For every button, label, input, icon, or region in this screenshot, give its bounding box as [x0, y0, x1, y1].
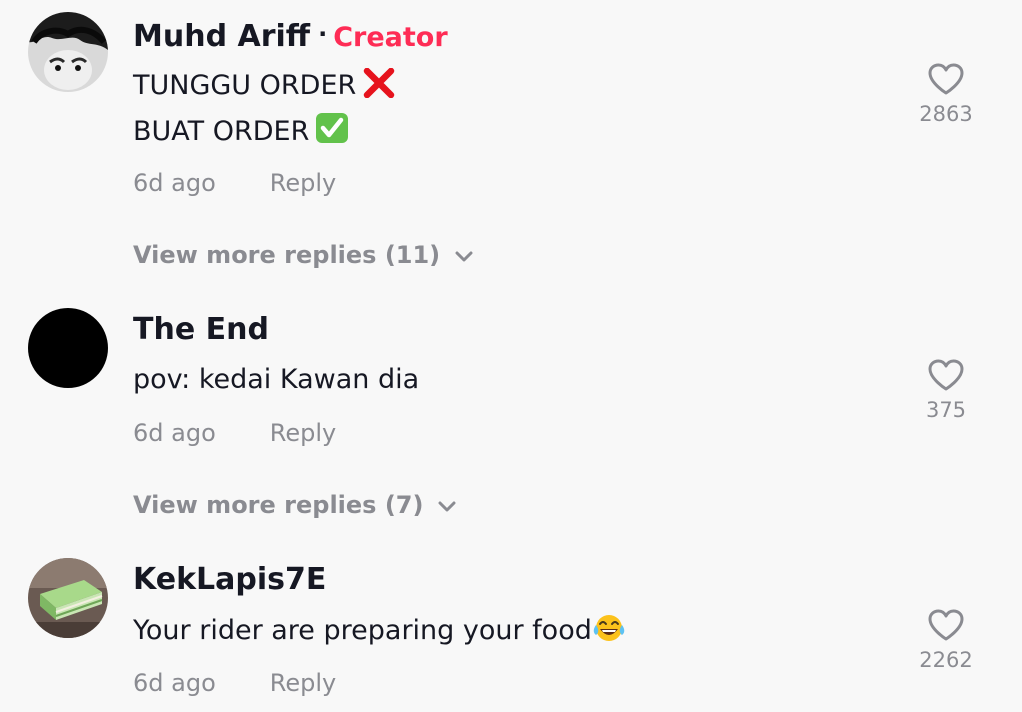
- check-mark-emoji-icon: [315, 112, 349, 153]
- username[interactable]: The End: [133, 312, 269, 347]
- reply-button[interactable]: Reply: [270, 169, 336, 197]
- comment-meta: 6d ago Reply: [133, 168, 336, 198]
- comment-text-line: Your rider are preparing your food: [133, 613, 625, 652]
- avatar[interactable]: [28, 308, 108, 388]
- comment-header: KekLapis7E: [133, 562, 326, 598]
- view-more-label: View more replies (11): [133, 241, 441, 269]
- timestamp: 6d ago: [133, 669, 216, 697]
- reply-button[interactable]: Reply: [270, 669, 336, 697]
- timestamp: 6d ago: [133, 419, 216, 447]
- comment-header: Muhd Ariff · Creator: [133, 16, 448, 56]
- comment-text: BUAT ORDER: [133, 116, 310, 147]
- chevron-down-icon: [454, 241, 474, 271]
- separator-dot: ·: [318, 20, 328, 48]
- comment-meta: 6d ago Reply: [133, 418, 336, 448]
- creator-badge: Creator: [333, 22, 448, 53]
- comment-text-line: pov: kedai Kawan dia: [133, 363, 419, 397]
- heart-icon[interactable]: [906, 358, 986, 396]
- comment-text: TUNGGU ORDER: [133, 70, 357, 101]
- username[interactable]: Muhd Ariff: [133, 19, 310, 54]
- reply-button[interactable]: Reply: [270, 419, 336, 447]
- tears-of-joy-emoji-icon: [593, 613, 625, 652]
- avatar[interactable]: [28, 12, 108, 92]
- comment-text-line: TUNGGU ORDER: [133, 67, 396, 107]
- comment-text: Your rider are preparing your food: [133, 615, 592, 646]
- like-control: 2863: [906, 62, 986, 126]
- timestamp: 6d ago: [133, 169, 216, 197]
- chevron-down-icon: [437, 491, 457, 521]
- like-control: 2262: [906, 608, 986, 672]
- comment-text: pov: kedai Kawan dia: [133, 364, 420, 395]
- cross-mark-emoji-icon: [362, 67, 396, 107]
- username[interactable]: KekLapis7E: [133, 562, 326, 597]
- view-more-label: View more replies (7): [133, 491, 424, 519]
- heart-icon[interactable]: [906, 62, 986, 100]
- like-count: 2863: [919, 102, 973, 126]
- comment-header: The End: [133, 312, 269, 348]
- view-more-replies-button[interactable]: View more replies (11): [133, 240, 474, 271]
- like-count: 2262: [919, 648, 973, 672]
- comment-text-line: BUAT ORDER: [133, 112, 349, 153]
- heart-icon[interactable]: [906, 608, 986, 646]
- comment-meta: 6d ago Reply: [133, 668, 336, 698]
- like-control: 375: [906, 358, 986, 422]
- avatar[interactable]: [28, 558, 108, 638]
- like-count: 375: [925, 398, 967, 422]
- view-more-replies-button[interactable]: View more replies (7): [133, 490, 457, 521]
